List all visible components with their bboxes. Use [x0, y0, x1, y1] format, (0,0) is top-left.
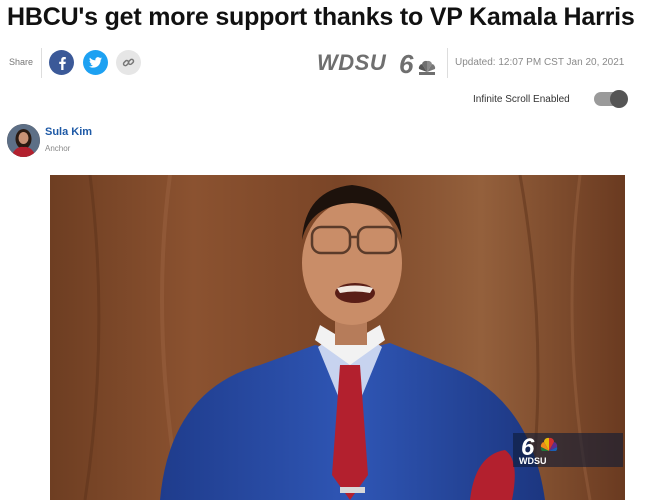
bug-text: WDSU — [519, 456, 547, 466]
video-player[interactable]: 6 WDSU — [50, 175, 625, 500]
station-logo-number: 6 — [399, 51, 414, 76]
link-icon — [122, 58, 135, 67]
station-logo[interactable]: WDSU 6 — [317, 50, 441, 76]
twitter-icon — [89, 57, 102, 68]
share-label: Share — [9, 57, 34, 67]
twitter-share-button[interactable] — [83, 50, 108, 75]
infinite-scroll-label: Infinite Scroll Enabled — [473, 94, 570, 105]
facebook-share-button[interactable] — [49, 50, 74, 75]
share-bar: Share WDSU 6 Updated: 12:07 PM CST Jan 2… — [0, 48, 657, 78]
infinite-scroll-toggle[interactable] — [594, 90, 628, 108]
author-role: Anchor — [45, 144, 71, 153]
author-name[interactable]: Sula Kim — [45, 126, 92, 138]
divider — [41, 48, 42, 78]
nbc-six-icon: 6 — [399, 51, 436, 76]
author-photo — [7, 124, 40, 157]
updated-timestamp: Updated: 12:07 PM CST Jan 20, 2021 — [455, 57, 625, 68]
toggle-knob — [610, 90, 628, 108]
station-logo-text: WDSU — [317, 50, 387, 75]
copy-link-button[interactable] — [116, 50, 141, 75]
avatar[interactable] — [7, 124, 40, 157]
facebook-icon — [58, 56, 66, 70]
divider — [447, 48, 448, 78]
station-watermark: 6 WDSU — [513, 433, 623, 467]
article-headline: HBCU's get more support thanks to VP Kam… — [7, 3, 635, 31]
